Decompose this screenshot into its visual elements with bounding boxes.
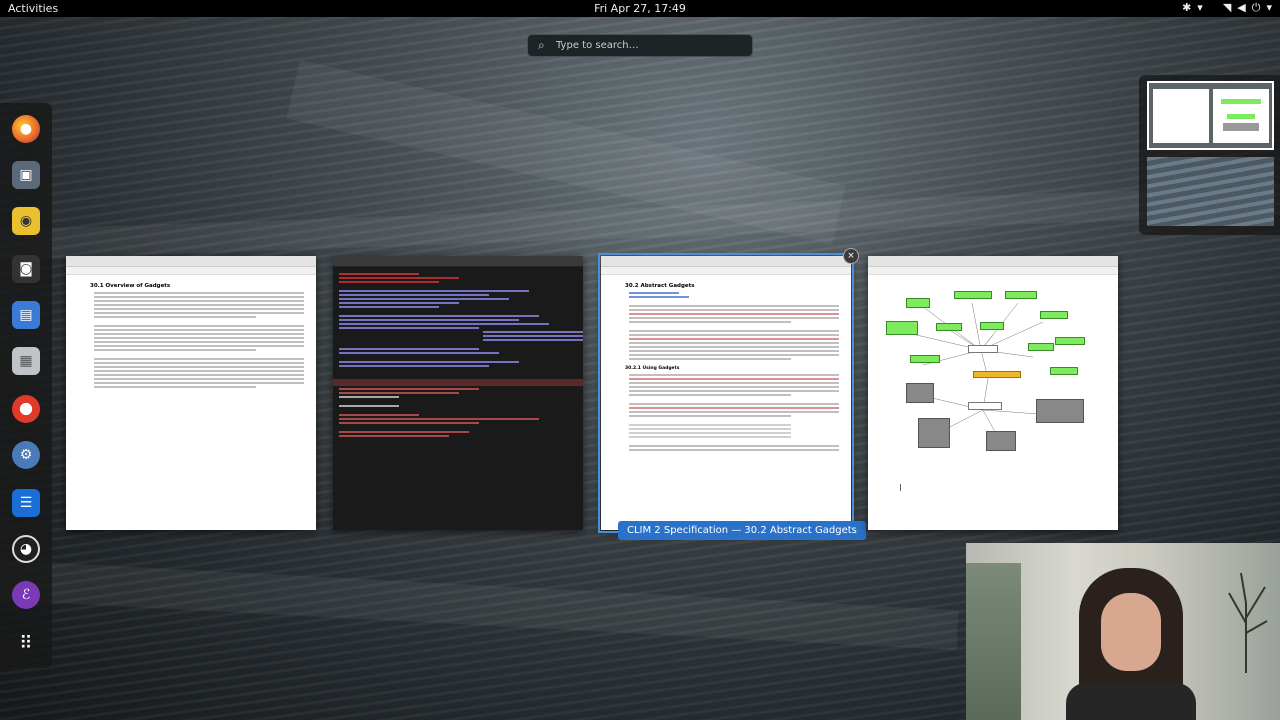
workspace-switcher [1139,75,1280,235]
screenshot-icon: ▣ [12,161,40,189]
top-bar: Activities Fri Apr 27, 17:49 ✱ ▾ ◥ ◀ ⏻ ▾ [0,0,1280,17]
browser-tabbar [601,256,851,267]
show-applications-button[interactable]: ⠿ [8,625,44,661]
diagram-node [954,291,992,299]
section-heading: 30.2.1 Using Gadgets [625,366,680,371]
webcam-overlay [966,543,1280,720]
wifi-icon[interactable]: ◥ [1223,1,1231,15]
app-titlebar [868,256,1118,267]
dash-settings[interactable]: ⚙ [8,437,44,473]
browser-toolbar [66,267,316,275]
settings-icon: ⚙ [12,441,40,469]
window-caption: CLIM 2 Specification — 30.2 Abstract Gad… [618,521,866,540]
firefox-icon: ● [12,115,40,143]
window-abstract-gadgets[interactable]: 30.2 Abstract Gadgets 30.2.1 Using Gadge… [598,253,854,533]
chevron-down-icon[interactable]: ▾ [1266,1,1272,15]
workspace-2[interactable] [1147,157,1274,226]
webcam-background [966,563,1021,720]
clock[interactable]: Fri Apr 27, 17:49 [0,2,1280,15]
workspace-window-thumb [1153,89,1209,143]
diagram-canvas [868,275,1118,525]
window-diagram[interactable] [868,256,1118,530]
workspace-window-thumb [1213,89,1269,143]
person-shirt [1066,683,1196,720]
emacs-icon: ℰ [12,581,40,609]
document-heading: 30.2 Abstract Gadgets [625,283,695,289]
diagram-node [1028,343,1054,351]
text-cursor [900,484,901,491]
app-menubar [868,267,1118,275]
diagram-node [1050,367,1078,375]
diagram-node [1040,311,1068,319]
diagram-node-gray [986,431,1016,451]
dash-help[interactable] [8,391,44,427]
dash-documents[interactable]: ▤ [8,297,44,333]
window-clim-overview[interactable]: 30.1 Overview of Gadgets [66,256,316,530]
terminal-titlebar [333,256,583,267]
obs-icon: ◕ [12,535,40,563]
person-face [1101,593,1161,671]
diagram-node [968,345,998,353]
browser-tabbar [66,256,316,267]
search-box[interactable]: ⌕ [527,34,755,57]
documents-icon: ▤ [12,301,40,329]
plant-image [1228,572,1268,673]
system-tray[interactable]: ✱ ▾ ◥ ◀ ⏻ ▾ [1182,1,1272,15]
diagram-node [886,321,918,335]
rhythmbox-icon: ◉ [12,207,40,235]
dash-rhythmbox[interactable]: ◉ [8,203,44,239]
diagram-node [936,323,962,331]
search-input[interactable] [552,35,755,56]
accessibility-icon[interactable]: ✱ [1182,1,1191,15]
close-window-button[interactable]: × [843,248,859,264]
dash-archive[interactable]: ▦ [8,343,44,379]
help-icon [12,395,40,423]
dash: ● ▣ ◉ ◙ ▤ ▦ ⚙ ☰ ◕ ℰ ⠿ [0,103,52,668]
diagram-node [1055,337,1085,345]
diagram-node [910,355,940,363]
window-terminal[interactable] [333,256,583,530]
list-app-icon: ☰ [12,489,40,517]
chevron-down-icon[interactable]: ▾ [1197,1,1203,15]
dash-firefox[interactable]: ● [8,111,44,147]
diagram-node [980,322,1004,330]
wallpaper-plank [0,560,959,651]
dash-camera[interactable]: ◙ [8,251,44,287]
diagram-node-gray [1036,399,1084,423]
diagram-node-highlight [973,371,1021,378]
dash-obs[interactable]: ◕ [8,531,44,567]
volume-icon[interactable]: ◀ [1237,1,1245,15]
dash-emacs[interactable]: ℰ [8,577,44,613]
document-heading: 30.1 Overview of Gadgets [90,283,171,289]
diagram-node-gray [906,383,934,403]
diagram-node [1005,291,1037,299]
camera-icon: ◙ [12,255,40,283]
diagram-node [968,402,1002,410]
archive-icon: ▦ [12,347,40,375]
show-applications-icon: ⠿ [19,632,33,654]
dash-list-app[interactable]: ☰ [8,485,44,521]
search-icon: ⌕ [538,38,545,52]
dash-screenshot[interactable]: ▣ [8,157,44,193]
workspace-1[interactable] [1147,81,1274,150]
browser-toolbar [601,267,851,275]
power-icon[interactable]: ⏻ [1252,1,1261,15]
diagram-node [906,298,930,308]
diagram-node-gray [918,418,950,448]
